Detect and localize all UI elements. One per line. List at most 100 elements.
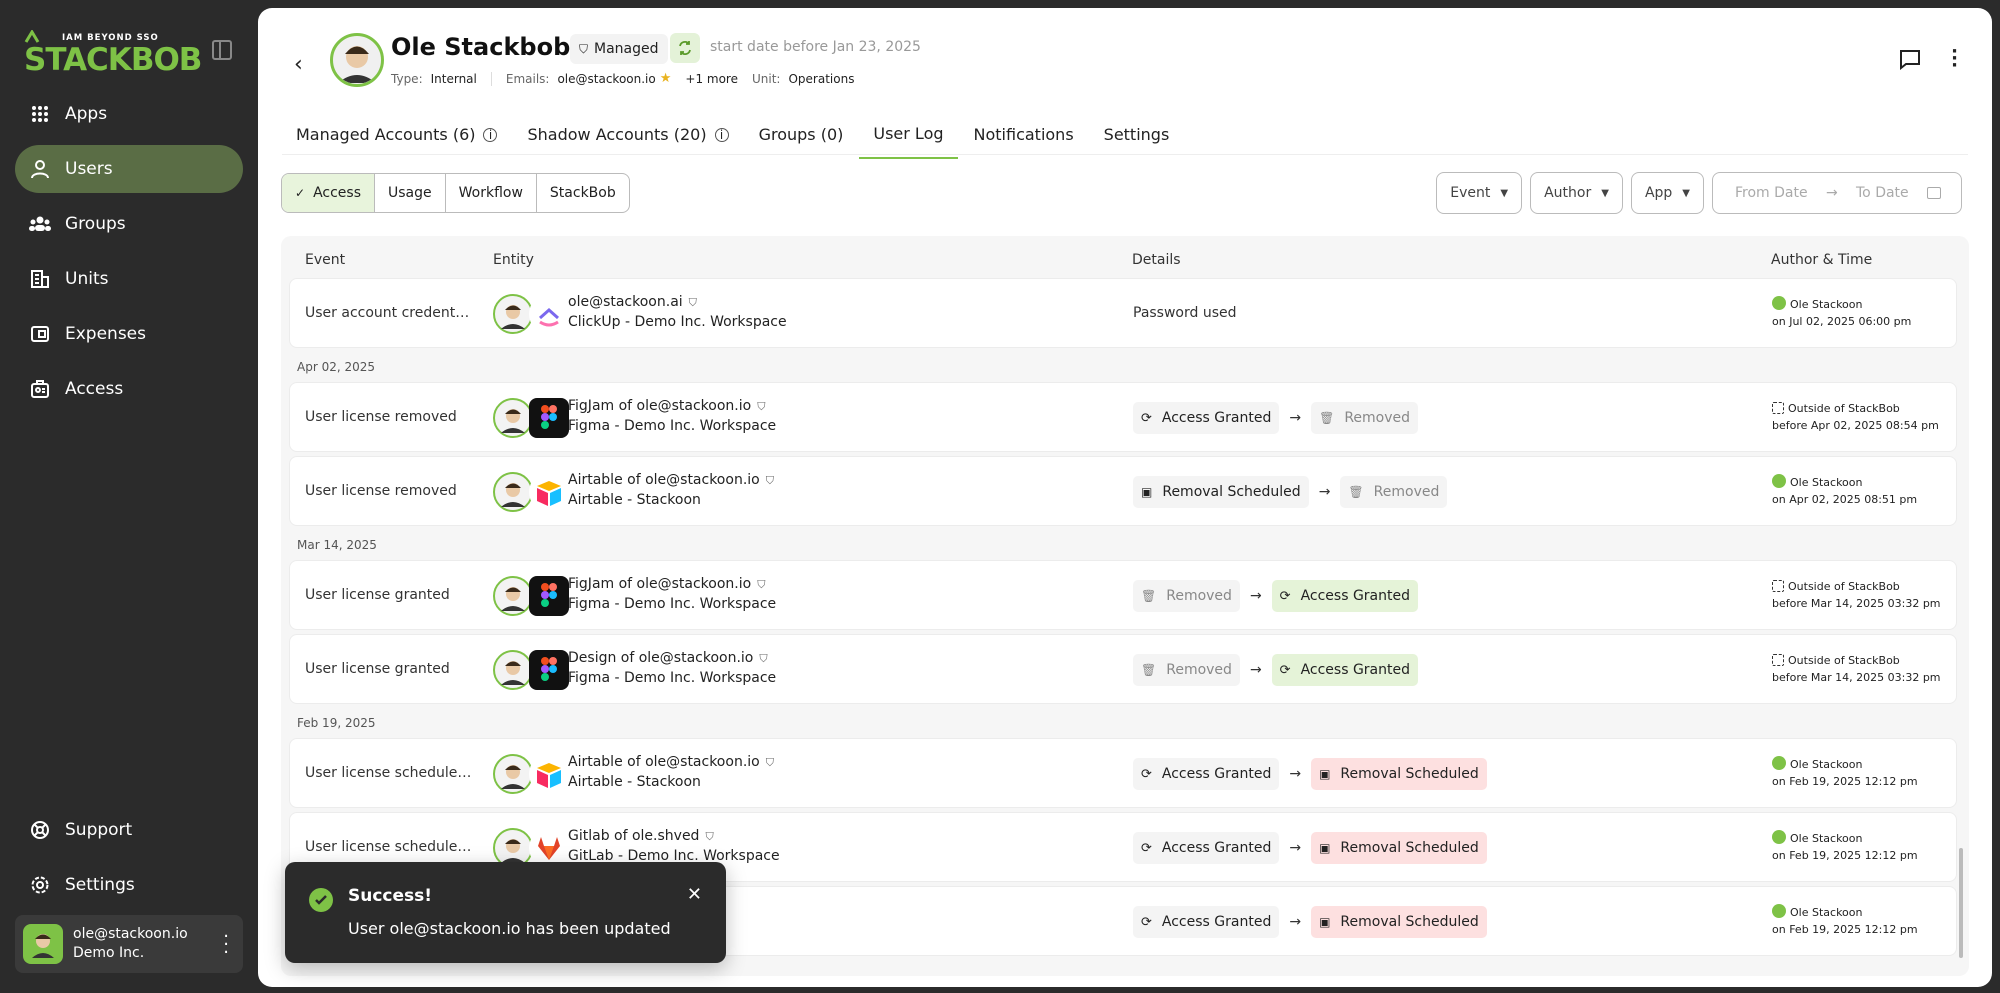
header-details[interactable]: Details — [1132, 252, 1181, 268]
filter-bar: Event ▼ Author ▼ App ▼ From Date → To Date — [1436, 172, 1962, 214]
account-name: FigJam of ole@stackoon.io — [568, 576, 752, 592]
segment-usage[interactable]: Usage — [375, 174, 446, 212]
entity-app[interactable]: Airtable - Stackoon — [568, 774, 701, 790]
sync-icon[interactable] — [670, 33, 700, 63]
email-more[interactable]: +1 more — [685, 72, 738, 86]
sidebar-item-expenses[interactable]: Expenses — [15, 310, 243, 358]
info-icon[interactable]: i — [483, 127, 498, 142]
table-row[interactable]: User license removed FigJam of ole@stacko… — [289, 382, 1957, 452]
entity-app[interactable]: Figma - Demo Inc. Workspace — [568, 670, 776, 686]
entity-account[interactable]: FigJam of ole@stackoon.io ⛉ — [568, 398, 765, 414]
divider — [282, 154, 1968, 155]
from-date-input[interactable]: From Date — [1735, 185, 1808, 201]
details-cell: ⟳ Access Granted → ▣ Removal Scheduled — [1133, 906, 1487, 938]
entity-app[interactable]: Figma - Demo Inc. Workspace — [568, 418, 776, 434]
sidebar-item-settings[interactable]: Settings — [15, 861, 243, 909]
back-chevron-icon[interactable]: ‹ — [294, 52, 303, 77]
tab-managed-accounts[interactable]: Managed Accounts (6) i — [296, 112, 498, 159]
entity-account[interactable]: FigJam of ole@stackoon.io ⛉ — [568, 576, 765, 592]
tab-groups[interactable]: Groups (0) — [759, 112, 844, 159]
table-row[interactable]: User license granted FigJam of ole@stacko… — [289, 560, 1957, 630]
date-range-picker[interactable]: From Date → To Date — [1712, 172, 1962, 214]
sidebar-item-access[interactable]: Access — [15, 365, 243, 413]
segment-stackbob[interactable]: StackBob — [537, 174, 629, 212]
external-icon — [1772, 580, 1784, 592]
table-row[interactable]: User license granted Design of ole@stacko… — [289, 634, 1957, 704]
entity-account[interactable]: Airtable of ole@stackoon.io ⛉ — [568, 472, 774, 488]
details-cell: ⟳ Access Granted → ▣ Removal Scheduled — [1133, 832, 1487, 864]
account-card[interactable]: ole@stackoon.io Demo Inc. · · · — [15, 915, 243, 973]
shield-check-icon: ⛉ — [688, 296, 697, 309]
entity-app[interactable]: Airtable - Stackoon — [568, 492, 701, 508]
comment-icon[interactable] — [1899, 48, 1921, 75]
tab-user-log[interactable]: User Log — [859, 112, 958, 159]
author-filter[interactable]: Author ▼ — [1530, 172, 1623, 214]
user-icon — [29, 158, 51, 180]
tab-shadow-accounts[interactable]: Shadow Accounts (20) i — [527, 112, 729, 159]
arrow-right-icon: → — [1289, 914, 1302, 930]
scrollbar[interactable] — [1959, 848, 1963, 958]
event-cell: User license granted — [305, 587, 450, 603]
calendar-x-icon: ▣ — [1319, 767, 1331, 781]
sidebar-item-apps[interactable]: Apps — [15, 90, 243, 138]
user-avatar-icon — [493, 650, 533, 690]
entity-app[interactable]: ClickUp - Demo Inc. Workspace — [568, 314, 787, 330]
header-event[interactable]: Event — [305, 252, 345, 268]
header-entity[interactable]: Entity — [493, 252, 534, 268]
external-icon — [1772, 654, 1784, 666]
sidebar-nav: Apps Users Groups Units Expenses Access — [15, 90, 243, 420]
entity-account[interactable]: Gitlab of ole.shved ⛉ — [568, 828, 714, 844]
status-badge: ▣ Removal Scheduled — [1311, 832, 1487, 864]
tab-label: Shadow Accounts (20) — [527, 125, 707, 144]
author-time-cell: Ole Stackoon on Feb 19, 2025 12:12 pm — [1772, 830, 1918, 864]
sidebar-collapse-icon[interactable] — [212, 40, 232, 60]
app-filter[interactable]: App ▼ — [1630, 172, 1704, 214]
more-vertical-icon[interactable]: · · · — [1951, 43, 1958, 75]
trash-icon: 🗑 — [1141, 663, 1157, 677]
table-row[interactable]: User license removed Airtable of ole@stac… — [289, 456, 1957, 526]
entity-account[interactable]: Airtable of ole@stackoon.io ⛉ — [568, 754, 774, 770]
table-row[interactable]: User account credentials ole@stackoon.ai ⛉… — [289, 278, 1957, 348]
author-name: Ole Stackoon — [1790, 832, 1863, 845]
shield-check-icon: ⛉ — [757, 578, 766, 591]
clickup-icon — [529, 294, 569, 334]
author-time-cell: Outside of StackBob before Mar 14, 2025 0… — [1772, 578, 1941, 612]
toast-title: Success! — [348, 886, 433, 906]
gear-icon — [29, 874, 51, 896]
to-date-input[interactable]: To Date — [1856, 185, 1909, 201]
tab-settings[interactable]: Settings — [1104, 112, 1170, 159]
grid-icon — [29, 103, 51, 125]
calendar-icon[interactable] — [1926, 187, 1941, 199]
entity-account[interactable]: ole@stackoon.ai ⛉ — [568, 294, 697, 310]
event-time: on Jul 02, 2025 06:00 pm — [1772, 315, 1912, 328]
more-vertical-icon[interactable]: · · · — [223, 928, 229, 962]
segment-label: Workflow — [458, 185, 523, 201]
table-row[interactable]: User license scheduled f... Airtable of o… — [289, 738, 1957, 808]
segment-access[interactable]: ✓ Access — [282, 174, 375, 212]
status-from: Removal Scheduled — [1162, 484, 1301, 500]
sidebar-item-users[interactable]: Users — [15, 145, 243, 193]
segment-workflow[interactable]: Workflow — [446, 174, 537, 212]
sidebar-item-support[interactable]: Support — [15, 806, 243, 854]
sidebar-item-units[interactable]: Units — [15, 255, 243, 303]
main-panel: ‹ Ole Stackbober ⛉ Managed start date be… — [258, 8, 1992, 987]
details-cell: 🗑 Removed → ⟳ Access Granted — [1133, 580, 1419, 612]
author-name: Ole Stackoon — [1790, 906, 1863, 919]
event-filter[interactable]: Event ▼ — [1436, 172, 1523, 214]
user-meta: Type: Internal Emails: ole@stackoon.io ★… — [391, 71, 868, 86]
airtable-icon — [529, 472, 569, 512]
tab-notifications[interactable]: Notifications — [974, 112, 1074, 159]
filter-label: App — [1644, 185, 1673, 201]
tab-label: Groups (0) — [758, 125, 844, 144]
account-email: ole@stackoon.io — [73, 926, 188, 942]
entity-app[interactable]: Figma - Demo Inc. Workspace — [568, 596, 776, 612]
info-icon[interactable]: i — [714, 127, 729, 142]
tab-label: User Log — [873, 124, 944, 143]
sidebar-item-groups[interactable]: Groups — [15, 200, 243, 248]
status-to: Removal Scheduled — [1340, 840, 1479, 856]
header-author-time[interactable]: Author & Time — [1771, 252, 1872, 268]
close-icon[interactable]: ✕ — [687, 884, 702, 905]
entity-account[interactable]: Design of ole@stackoon.io ⛉ — [568, 650, 768, 666]
author-name: Ole Stackoon — [1790, 476, 1863, 489]
user-avatar-icon — [493, 294, 533, 334]
